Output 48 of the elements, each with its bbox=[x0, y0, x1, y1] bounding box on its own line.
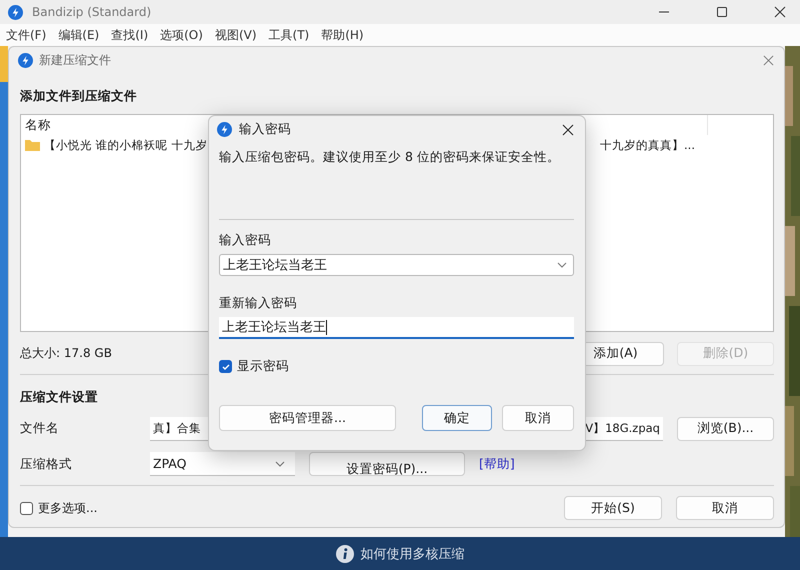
file-name: 【小悦光 谁的小棉袄呢 十九岁 bbox=[44, 138, 208, 152]
cancel-button[interactable]: 取消 bbox=[502, 405, 574, 431]
info-icon bbox=[336, 544, 354, 562]
checkmark-icon bbox=[220, 362, 230, 372]
total-size-label: 总大小: 17.8 GB bbox=[20, 345, 112, 362]
browse-button[interactable]: 浏览(B)... bbox=[677, 416, 774, 440]
menu-item[interactable]: 编辑(E) bbox=[58, 26, 100, 44]
folder-icon bbox=[25, 139, 40, 151]
section-heading: 压缩文件设置 bbox=[20, 389, 99, 406]
close-icon[interactable] bbox=[562, 124, 574, 136]
menu-item[interactable]: 帮助(H) bbox=[321, 26, 364, 44]
menu-item[interactable]: 选项(O) bbox=[160, 26, 203, 44]
app-logo-icon bbox=[18, 52, 33, 68]
show-password-checkbox[interactable] bbox=[219, 360, 232, 373]
description-text: 输入压缩包密码。建议使用至少 8 位的密码来保证安全性。 bbox=[219, 149, 561, 166]
dialog-title: 输入密码 bbox=[239, 121, 291, 138]
cancel-button[interactable]: 取消 bbox=[676, 496, 774, 520]
window-title: Bandizip (Standard) bbox=[32, 5, 152, 19]
set-password-button[interactable]: 设置密码(P)... bbox=[309, 452, 465, 476]
app-logo-icon bbox=[217, 122, 232, 137]
menu-item[interactable]: 工具(T) bbox=[268, 26, 310, 44]
ok-button[interactable]: 确定 bbox=[422, 405, 492, 431]
format-dropdown[interactable]: ZPAQ bbox=[150, 452, 295, 476]
more-options-checkbox[interactable] bbox=[20, 502, 33, 514]
chevron-down-icon bbox=[275, 460, 285, 466]
app-logo-icon bbox=[8, 4, 23, 20]
password-manager-button[interactable]: 密码管理器... bbox=[219, 405, 396, 431]
tip-link[interactable]: 如何使用多核压缩 bbox=[360, 544, 464, 562]
close-icon[interactable] bbox=[774, 6, 786, 18]
checkbox-label[interactable]: 更多选项... bbox=[38, 500, 98, 516]
password-field[interactable]: 上老王论坛当老王 bbox=[219, 254, 574, 276]
menu-item[interactable]: 视图(V) bbox=[214, 26, 257, 44]
help-link[interactable]: [帮助] bbox=[479, 456, 515, 472]
window-title: 新建压缩文件 bbox=[39, 52, 111, 68]
field-label: 输入密码 bbox=[219, 232, 272, 249]
maximize-icon[interactable] bbox=[716, 6, 728, 18]
section-heading: 添加文件到压缩文件 bbox=[20, 88, 138, 105]
column-header[interactable]: 名称 bbox=[25, 116, 51, 134]
menu-item[interactable]: 查找(I) bbox=[111, 26, 148, 44]
field-label: 重新输入密码 bbox=[219, 295, 298, 312]
checkbox-label[interactable]: 显示密码 bbox=[237, 358, 289, 375]
chevron-down-icon bbox=[557, 262, 567, 268]
menu-item[interactable]: 文件(F) bbox=[6, 26, 46, 44]
start-button[interactable]: 开始(S) bbox=[564, 496, 662, 520]
field-label: 压缩格式 bbox=[20, 456, 73, 472]
field-label: 文件名 bbox=[20, 420, 60, 437]
repeat-password-field[interactable]: 上老王论坛当老王 bbox=[219, 317, 574, 339]
file-name: 十九岁的真真】... bbox=[600, 138, 695, 152]
